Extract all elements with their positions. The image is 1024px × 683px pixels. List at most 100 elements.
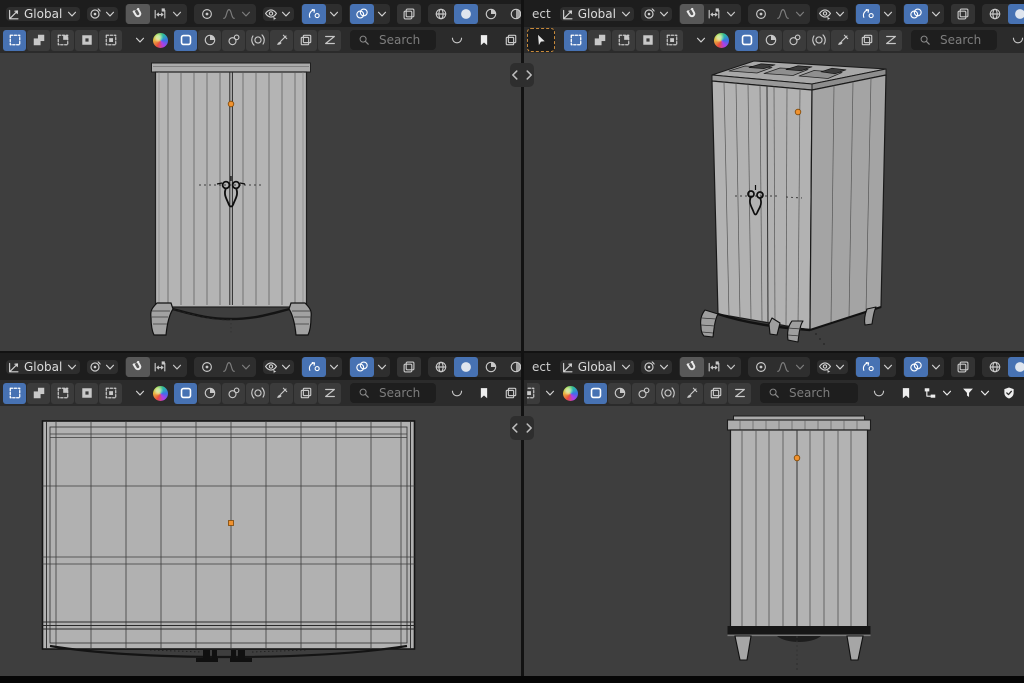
- wardrobe-perspective-object[interactable]: [701, 61, 886, 345]
- select-set-button[interactable]: [3, 30, 26, 51]
- measure-button[interactable]: [318, 30, 341, 51]
- select-set-button[interactable]: [3, 383, 26, 404]
- shading-solid-button[interactable]: [454, 4, 478, 24]
- arc-button[interactable]: [445, 30, 469, 50]
- visibility-dropdown[interactable]: [817, 7, 848, 21]
- wardrobe-front-object[interactable]: [151, 63, 312, 335]
- pie-button[interactable]: [198, 30, 221, 51]
- metaball-button[interactable]: [222, 383, 245, 404]
- duplicate-button[interactable]: [294, 383, 317, 404]
- select-intersect-button[interactable]: [660, 30, 683, 51]
- x-ray-toggle-button[interactable]: [951, 357, 975, 377]
- snap-toggle-button[interactable]: [680, 4, 704, 24]
- mode-chevron-down-icon[interactable]: [694, 33, 708, 47]
- select-subtract-button[interactable]: [612, 30, 635, 51]
- mode-sphere-icon[interactable]: [153, 386, 168, 401]
- vertical-splitter[interactable]: [521, 0, 524, 676]
- overlays-toggle-button[interactable]: [350, 4, 374, 24]
- force-field-button[interactable]: [656, 383, 679, 404]
- proportional-editing-button[interactable]: [749, 4, 773, 24]
- mode-chevron-down-icon[interactable]: [543, 386, 557, 400]
- viewport-front[interactable]: [0, 53, 521, 351]
- search-field[interactable]: [911, 30, 997, 50]
- transform-orientation-dropdown[interactable]: Global: [560, 360, 634, 374]
- arc-button[interactable]: [867, 383, 891, 403]
- force-field-button[interactable]: [246, 30, 269, 51]
- select-subtract-button[interactable]: [51, 383, 74, 404]
- visibility-dropdown[interactable]: [817, 360, 848, 374]
- snap-target-button[interactable]: [151, 4, 186, 24]
- shading-solid-button[interactable]: [1008, 4, 1024, 24]
- search-input[interactable]: [377, 32, 428, 48]
- origin-dot[interactable]: [795, 109, 801, 115]
- measure-button[interactable]: [318, 383, 341, 404]
- frame-select-button[interactable]: [174, 383, 197, 404]
- force-field-button[interactable]: [807, 30, 830, 51]
- proportional-editing-button[interactable]: [749, 357, 773, 377]
- select-invert-button[interactable]: [75, 383, 98, 404]
- transform-orientation-dropdown[interactable]: Global: [560, 7, 634, 21]
- proportional-editing-button[interactable]: [195, 357, 219, 377]
- snap-toggle-button[interactable]: [126, 4, 150, 24]
- metaball-button[interactable]: [632, 383, 655, 404]
- snap-target-button[interactable]: [705, 357, 740, 377]
- shield-check-button[interactable]: [997, 383, 1021, 403]
- shading-solid-button[interactable]: [1008, 357, 1024, 377]
- horizontal-splitter[interactable]: [0, 351, 1024, 353]
- snap-toggle-button[interactable]: [126, 357, 150, 377]
- split-handle-bottom[interactable]: [510, 416, 534, 440]
- brush-button[interactable]: [831, 30, 854, 51]
- wardrobe-back-object[interactable]: [728, 416, 871, 670]
- select-intersect-button[interactable]: [99, 383, 122, 404]
- proportional-editing-button[interactable]: [195, 4, 219, 24]
- origin-dot[interactable]: [794, 455, 800, 461]
- select-intersect-button[interactable]: [99, 30, 122, 51]
- wardrobe-top-object[interactable]: [43, 421, 415, 662]
- viewport-top-canvas[interactable]: [0, 406, 521, 676]
- select-intersect-button[interactable]: [527, 383, 540, 404]
- bookmark-button[interactable]: [472, 30, 496, 50]
- search-field[interactable]: [350, 30, 436, 50]
- arc-button[interactable]: [1006, 30, 1024, 50]
- select-menu-truncated[interactable]: ect: [530, 360, 553, 374]
- search-field[interactable]: [760, 383, 858, 403]
- measure-button[interactable]: [879, 30, 902, 51]
- search-input[interactable]: [377, 385, 428, 401]
- viewport-top[interactable]: [0, 406, 521, 676]
- pivot-point-dropdown[interactable]: [641, 7, 672, 21]
- proportional-falloff-button[interactable]: [220, 357, 255, 377]
- search-input[interactable]: [938, 32, 989, 48]
- select-invert-button[interactable]: [636, 30, 659, 51]
- shading-rendered-button[interactable]: [504, 4, 521, 24]
- brush-button[interactable]: [680, 383, 703, 404]
- metaball-button[interactable]: [783, 30, 806, 51]
- viewport-perspective-canvas[interactable]: [524, 53, 1024, 351]
- gizmo-toggle-button[interactable]: [856, 4, 880, 24]
- shading-wireframe-button[interactable]: [429, 357, 453, 377]
- arc-button[interactable]: [445, 383, 469, 403]
- select-extend-button[interactable]: [27, 383, 50, 404]
- mode-sphere-icon[interactable]: [563, 386, 578, 401]
- x-ray-toggle-button[interactable]: [951, 4, 975, 24]
- proportional-falloff-button[interactable]: [220, 4, 255, 24]
- frame-select-button[interactable]: [735, 30, 758, 51]
- select-extend-button[interactable]: [588, 30, 611, 51]
- transform-orientation-dropdown[interactable]: Global: [6, 7, 80, 21]
- select-set-button[interactable]: [564, 30, 587, 51]
- shading-wireframe-button[interactable]: [983, 4, 1007, 24]
- measure-button[interactable]: [728, 383, 751, 404]
- split-handle-top[interactable]: [510, 63, 534, 87]
- pivot-point-dropdown[interactable]: [641, 360, 672, 374]
- pivot-point-dropdown[interactable]: [87, 7, 118, 21]
- viewport-front-canvas[interactable]: [0, 53, 521, 351]
- proportional-falloff-button[interactable]: [774, 4, 809, 24]
- shading-solid-button[interactable]: [454, 357, 478, 377]
- clipped-edge-button[interactable]: [499, 383, 521, 403]
- viewport-back[interactable]: [524, 406, 1024, 676]
- gizmo-toggle-button[interactable]: [302, 4, 326, 24]
- visibility-dropdown[interactable]: [263, 360, 294, 374]
- brush-button[interactable]: [270, 30, 293, 51]
- proportional-falloff-button[interactable]: [774, 357, 809, 377]
- pie-button[interactable]: [198, 383, 221, 404]
- viewport-perspective[interactable]: [524, 53, 1024, 351]
